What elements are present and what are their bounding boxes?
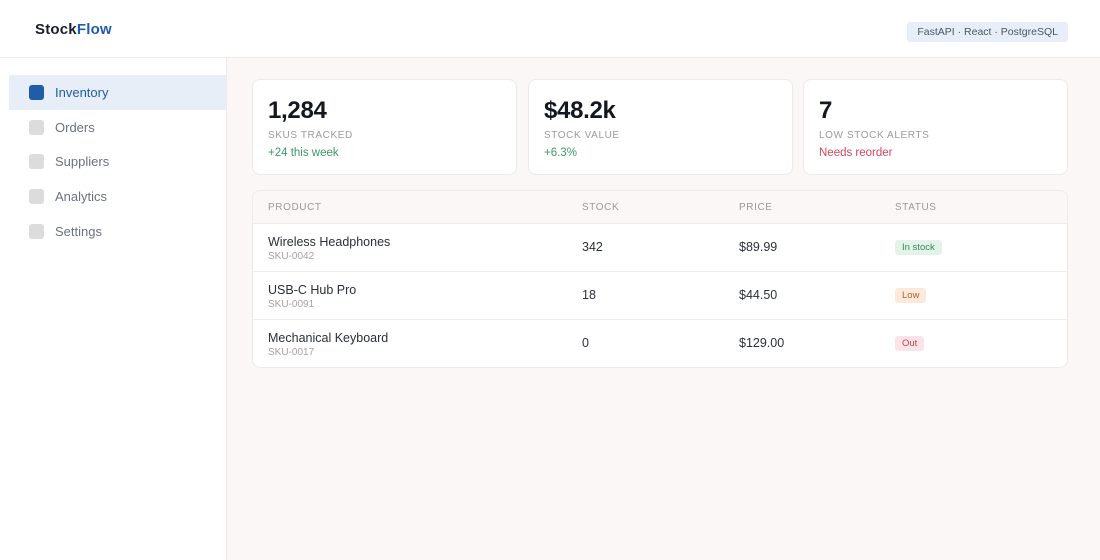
stat-value: 1,284 bbox=[268, 97, 327, 124]
product-price: $129.00 bbox=[739, 336, 785, 350]
stat-trend: +6.3% bbox=[544, 147, 577, 159]
status-badge: Out bbox=[895, 336, 925, 351]
suppliers-icon bbox=[29, 154, 44, 169]
column-header-status[interactable]: STATUS bbox=[895, 202, 937, 213]
table-row[interactable]: USB-C Hub Pro SKU-0091 18 $44.50 Low bbox=[253, 272, 1067, 320]
main-content: 1,284 SKUS TRACKED +24 this week $48.2k … bbox=[227, 58, 1100, 560]
stat-trend: +24 this week bbox=[268, 147, 339, 159]
table-row[interactable]: Mechanical Keyboard SKU-0017 0 $129.00 O… bbox=[253, 320, 1067, 367]
column-header-stock[interactable]: STOCK bbox=[582, 202, 619, 213]
stock-count: 342 bbox=[582, 240, 603, 254]
stat-label: STOCK VALUE bbox=[544, 130, 620, 141]
tech-stack-badge: FastAPI · React · PostgreSQL bbox=[907, 22, 1068, 42]
stat-card-stock-value: $48.2k STOCK VALUE +6.3% bbox=[528, 79, 793, 175]
app-root: StockFlow FastAPI · React · PostgreSQL I… bbox=[0, 0, 1100, 560]
sidebar-item-orders[interactable]: Orders bbox=[9, 110, 226, 145]
sidebar-item-analytics[interactable]: Analytics bbox=[9, 179, 226, 214]
status-badge: In stock bbox=[895, 240, 942, 255]
product-sku: SKU-0017 bbox=[268, 347, 315, 358]
product-price: $89.99 bbox=[739, 240, 778, 254]
column-header-product[interactable]: PRODUCT bbox=[268, 202, 322, 213]
sidebar-item-label: Analytics bbox=[55, 189, 108, 204]
brand-logo[interactable]: StockFlow bbox=[35, 21, 112, 38]
stock-count: 0 bbox=[582, 336, 589, 350]
sidebar-item-label: Inventory bbox=[55, 85, 109, 100]
stat-label: LOW STOCK ALERTS bbox=[819, 130, 930, 141]
sidebar-item-settings[interactable]: Settings bbox=[9, 214, 226, 249]
stock-count: 18 bbox=[582, 288, 596, 302]
product-name: USB-C Hub Pro bbox=[268, 283, 357, 297]
orders-icon bbox=[29, 120, 44, 135]
inventory-table: PRODUCT STOCK PRICE STATUS Wireless Head… bbox=[252, 190, 1068, 368]
stat-card-low-stock: 7 LOW STOCK ALERTS Needs reorder bbox=[803, 79, 1068, 175]
stat-value: 7 bbox=[819, 97, 833, 124]
sidebar: Inventory Orders Suppliers Analytics Set… bbox=[0, 58, 227, 560]
product-sku: SKU-0091 bbox=[268, 299, 315, 310]
table-header: PRODUCT STOCK PRICE STATUS bbox=[253, 191, 1067, 224]
stat-alert: Needs reorder bbox=[819, 147, 893, 159]
sidebar-item-inventory[interactable]: Inventory bbox=[9, 75, 226, 110]
brand-text-flow: Flow bbox=[76, 21, 112, 38]
stat-card-skus: 1,284 SKUS TRACKED +24 this week bbox=[252, 79, 517, 175]
product-name: Wireless Headphones bbox=[268, 235, 391, 249]
top-header: StockFlow FastAPI · React · PostgreSQL bbox=[0, 0, 1100, 58]
sidebar-item-label: Orders bbox=[55, 120, 95, 135]
product-price: $44.50 bbox=[739, 288, 778, 302]
inventory-icon bbox=[29, 85, 44, 100]
product-name: Mechanical Keyboard bbox=[268, 331, 389, 345]
sidebar-item-suppliers[interactable]: Suppliers bbox=[9, 144, 226, 179]
sidebar-item-label: Settings bbox=[55, 224, 102, 239]
column-header-price[interactable]: PRICE bbox=[739, 202, 773, 213]
sidebar-item-label: Suppliers bbox=[55, 154, 110, 169]
table-row[interactable]: Wireless Headphones SKU-0042 342 $89.99 … bbox=[253, 224, 1067, 272]
analytics-icon bbox=[29, 189, 44, 204]
status-badge: Low bbox=[895, 288, 927, 303]
product-sku: SKU-0042 bbox=[268, 251, 315, 262]
stat-value: $48.2k bbox=[544, 97, 616, 124]
settings-icon bbox=[29, 224, 44, 239]
stat-label: SKUS TRACKED bbox=[268, 130, 353, 141]
brand-text-stock: Stock bbox=[35, 21, 77, 38]
